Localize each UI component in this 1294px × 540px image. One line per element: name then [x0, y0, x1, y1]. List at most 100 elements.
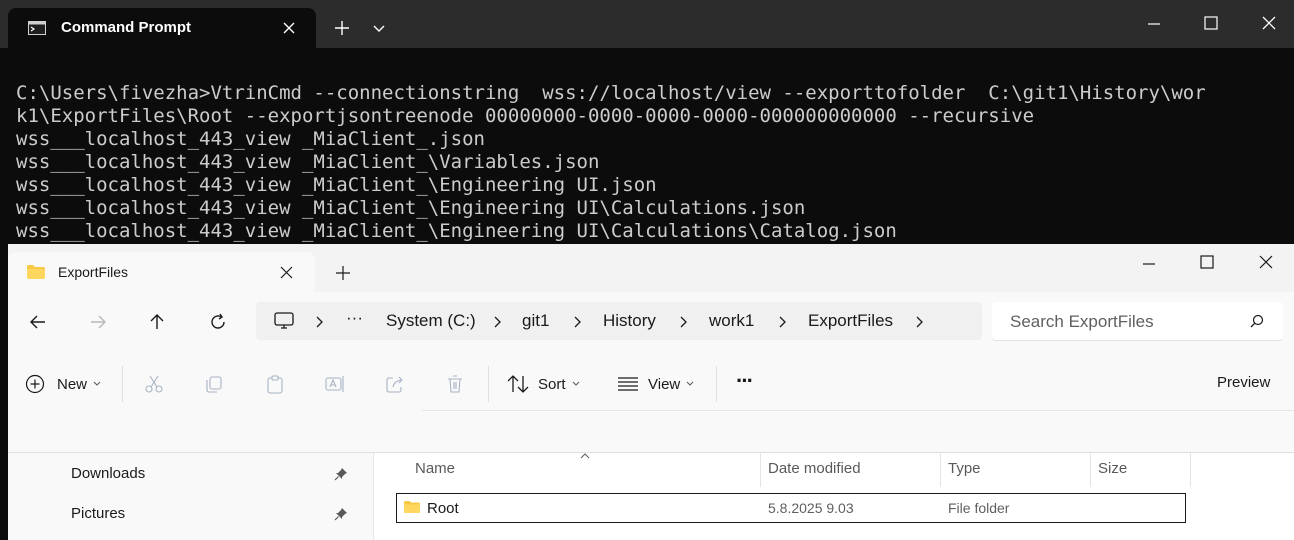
terminal-tab-title: Command Prompt [61, 19, 192, 36]
terminal-titlebar: Command Prompt [0, 0, 1294, 48]
column-header-type[interactable]: Type [948, 459, 981, 487]
chevron-down-icon[interactable] [372, 24, 386, 34]
share-icon[interactable] [385, 374, 405, 394]
preview-button[interactable]: Preview [1217, 374, 1270, 391]
paste-icon[interactable] [265, 374, 285, 394]
column-separator[interactable] [760, 453, 761, 487]
close-tab-icon[interactable] [280, 266, 293, 279]
maximize-icon[interactable] [1203, 15, 1219, 31]
breadcrumb-item[interactable]: git1 [522, 311, 549, 331]
copy-icon[interactable] [204, 374, 224, 394]
terminal-line: wss___localhost_443_view _MiaClient_\Eng… [16, 197, 806, 219]
terminal-icon [28, 21, 46, 35]
minimize-icon[interactable] [1146, 16, 1162, 32]
chevron-right-icon[interactable] [680, 316, 688, 328]
folder-icon [27, 265, 45, 279]
navigation-bar: ··· System (C:) git1 History work1 Expor… [8, 292, 1294, 352]
sidebar-item-label: Downloads [71, 465, 146, 482]
sidebar-item-pictures[interactable]: Pictures [8, 495, 373, 531]
chevron-right-icon[interactable] [779, 316, 787, 328]
add-circle-icon [25, 374, 45, 394]
terminal-line: wss___localhost_443_view _MiaClient_\Eng… [16, 220, 897, 242]
new-tab-icon[interactable] [334, 20, 350, 36]
table-row[interactable]: Root 5.8.2025 9.03 File folder [396, 493, 1186, 523]
explorer-tab[interactable]: ExportFiles [8, 252, 315, 292]
chevron-down-icon [93, 381, 101, 386]
new-tab-icon[interactable] [336, 266, 350, 280]
sidebar-item-label: Pictures [71, 505, 126, 522]
search-icon[interactable] [1250, 314, 1264, 328]
terminal-window: Command Prompt C:\Users\fivezha>VtrinCmd… [0, 0, 1294, 244]
breadcrumb-overflow[interactable]: ··· [346, 308, 363, 328]
chevron-right-icon[interactable] [574, 316, 582, 328]
view-button[interactable]: View [617, 372, 694, 396]
search-input[interactable] [1008, 310, 1242, 334]
terminal-line: wss___localhost_443_view _MiaClient_\Var… [16, 151, 600, 173]
view-label: View [648, 375, 681, 393]
file-name: Root [427, 500, 459, 517]
pin-icon[interactable] [334, 507, 348, 521]
forward-arrow-icon[interactable] [88, 312, 108, 332]
breadcrumb-item[interactable]: ExportFiles [808, 311, 893, 331]
sort-ascending-icon [580, 453, 590, 459]
sidebar-item-downloads[interactable]: Downloads [8, 455, 373, 491]
file-date-modified: 5.8.2025 9.03 [768, 500, 854, 516]
chevron-down-icon [686, 381, 694, 386]
breadcrumb-item[interactable]: History [603, 311, 656, 331]
toolbar-divider [716, 366, 717, 402]
column-separator[interactable] [940, 453, 941, 487]
column-separator[interactable] [1190, 453, 1191, 487]
command-bar: New Sort View ··· Preview [8, 352, 1294, 416]
explorer-tab-title: ExportFiles [58, 264, 129, 280]
breadcrumb-item[interactable]: work1 [709, 311, 754, 331]
more-options-button[interactable]: ··· [736, 368, 754, 394]
toolbar-underline [422, 410, 1294, 411]
rename-icon[interactable] [325, 374, 345, 394]
delete-icon[interactable] [445, 374, 465, 394]
column-header-size[interactable]: Size [1098, 459, 1127, 487]
chevron-down-icon [572, 381, 579, 386]
terminal-line: C:\Users\fivezha>VtrinCmd --connectionst… [16, 82, 1206, 104]
file-list: Name Date modified Type Size Root 5.8.20… [374, 453, 1294, 540]
view-list-icon [618, 377, 638, 391]
new-label: New [57, 375, 88, 393]
sort-label: Sort [538, 375, 566, 393]
explorer-body: Downloads Pictures Name Date modified Ty… [8, 453, 1294, 540]
refresh-icon[interactable] [208, 312, 228, 332]
minimize-icon[interactable] [1141, 256, 1157, 272]
chevron-right-icon[interactable] [316, 316, 324, 328]
terminal-tab[interactable]: Command Prompt [8, 8, 316, 48]
close-icon[interactable] [1261, 15, 1277, 31]
terminal-line: k1\ExportFiles\Root --exportjsontreenode… [16, 105, 1035, 127]
file-type: File folder [948, 500, 1010, 516]
this-pc-icon[interactable] [274, 312, 294, 330]
close-tab-icon[interactable] [282, 21, 296, 35]
up-arrow-icon[interactable] [147, 312, 167, 332]
column-header-date[interactable]: Date modified [768, 459, 861, 487]
explorer-window: ExportFiles ··· System (C:) git1 History… [8, 244, 1294, 540]
back-arrow-icon[interactable] [28, 312, 48, 332]
terminal-line: wss___localhost_443_view _MiaClient_\Eng… [16, 174, 657, 196]
folder-icon [404, 501, 420, 513]
details-spacer [8, 416, 1294, 453]
new-button[interactable]: New [25, 372, 101, 396]
toolbar-divider [488, 366, 489, 402]
cut-icon[interactable] [144, 374, 164, 394]
terminal-line: wss___localhost_443_view _MiaClient_.jso… [16, 128, 485, 150]
chevron-right-icon[interactable] [494, 316, 502, 328]
maximize-icon[interactable] [1199, 254, 1215, 270]
sort-icon [507, 375, 529, 393]
explorer-titlebar: ExportFiles [8, 244, 1294, 292]
column-header-name[interactable]: Name [415, 459, 455, 487]
search-box[interactable] [992, 302, 1283, 341]
chevron-right-icon[interactable] [916, 316, 924, 328]
sort-button[interactable]: Sort [507, 372, 580, 396]
pin-icon[interactable] [334, 467, 348, 481]
breadcrumb-item[interactable]: System (C:) [386, 311, 476, 331]
terminal-output[interactable]: C:\Users\fivezha>VtrinCmd --connectionst… [16, 82, 1206, 243]
navigation-pane: Downloads Pictures [8, 453, 374, 540]
close-icon[interactable] [1258, 254, 1274, 270]
column-separator[interactable] [1090, 453, 1091, 487]
breadcrumb[interactable]: ··· System (C:) git1 History work1 Expor… [256, 302, 982, 340]
toolbar-divider [122, 366, 123, 402]
